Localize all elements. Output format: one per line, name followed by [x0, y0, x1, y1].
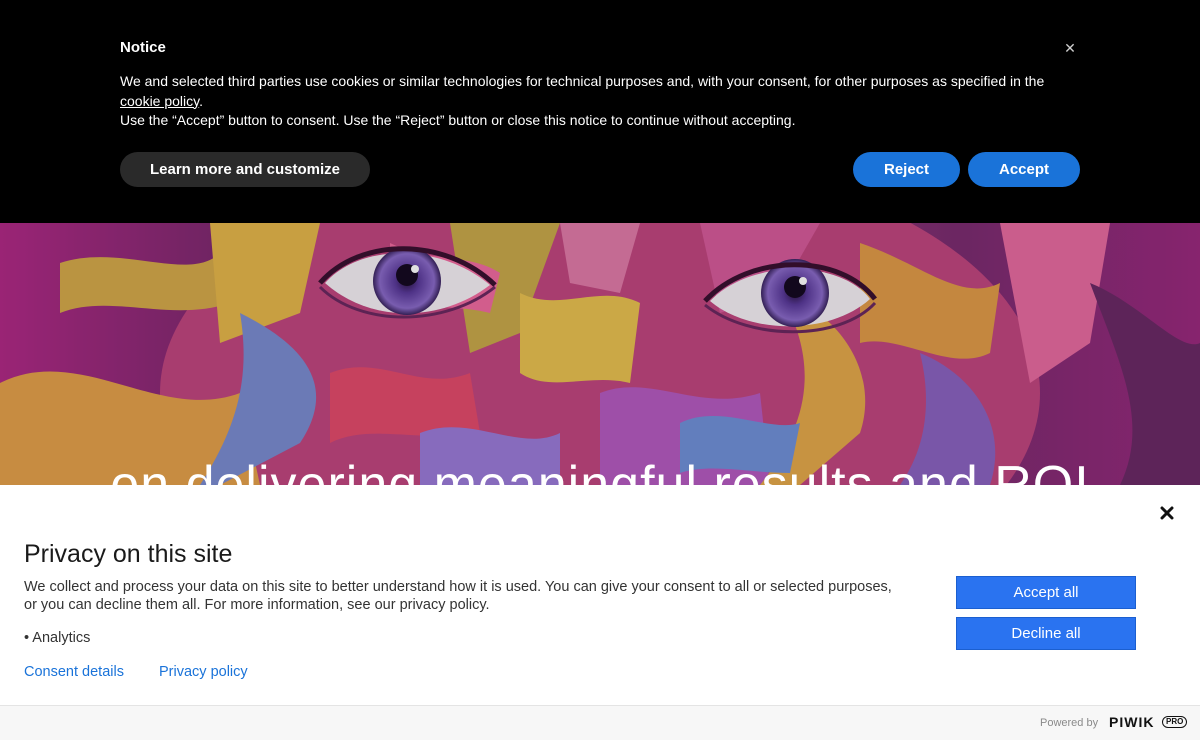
notice-text-line2: Use the “Accept” button to consent. Use …	[120, 112, 796, 128]
privacy-policy-link[interactable]: Privacy policy	[159, 664, 248, 680]
cookie-policy-link[interactable]: cookie policy	[120, 93, 199, 109]
notice-text: We and selected third parties use cookie…	[120, 72, 1050, 131]
painted-face-image	[0, 223, 1200, 485]
powered-by-footer: Powered by PIWIK PRO	[0, 705, 1200, 740]
close-icon[interactable]: ✕	[1062, 40, 1078, 56]
notice-text-line1-end: .	[199, 92, 204, 109]
piwik-logo: PIWIK	[1109, 714, 1155, 730]
privacy-description: We collect and process your data on this…	[24, 579, 892, 613]
reject-button[interactable]: Reject	[853, 152, 960, 187]
privacy-consent-panel: Privacy on this site We collect and proc…	[0, 485, 1200, 740]
piwik-pro-badge: PRO	[1162, 716, 1188, 728]
consent-details-link[interactable]: Consent details	[24, 664, 124, 680]
hero-image: on delivering meaningful results and ROI	[0, 223, 1200, 485]
decline-all-button[interactable]: Decline all	[956, 617, 1136, 650]
close-icon[interactable]	[1158, 504, 1176, 522]
hero-headline: on delivering meaningful results and ROI	[110, 456, 1090, 485]
learn-more-customize-button[interactable]: Learn more and customize	[120, 152, 370, 187]
powered-by-text: Powered by	[1040, 717, 1099, 729]
privacy-title: Privacy on this site	[24, 540, 233, 568]
cookie-notice-banner: Notice ✕ We and selected third parties u…	[0, 0, 1200, 223]
notice-text-line1: We and selected third parties use cookie…	[120, 73, 1045, 89]
purpose-item-analytics: • Analytics	[24, 630, 91, 646]
accept-button[interactable]: Accept	[968, 152, 1080, 187]
notice-title: Notice	[120, 39, 166, 56]
accept-all-button[interactable]: Accept all	[956, 576, 1136, 609]
